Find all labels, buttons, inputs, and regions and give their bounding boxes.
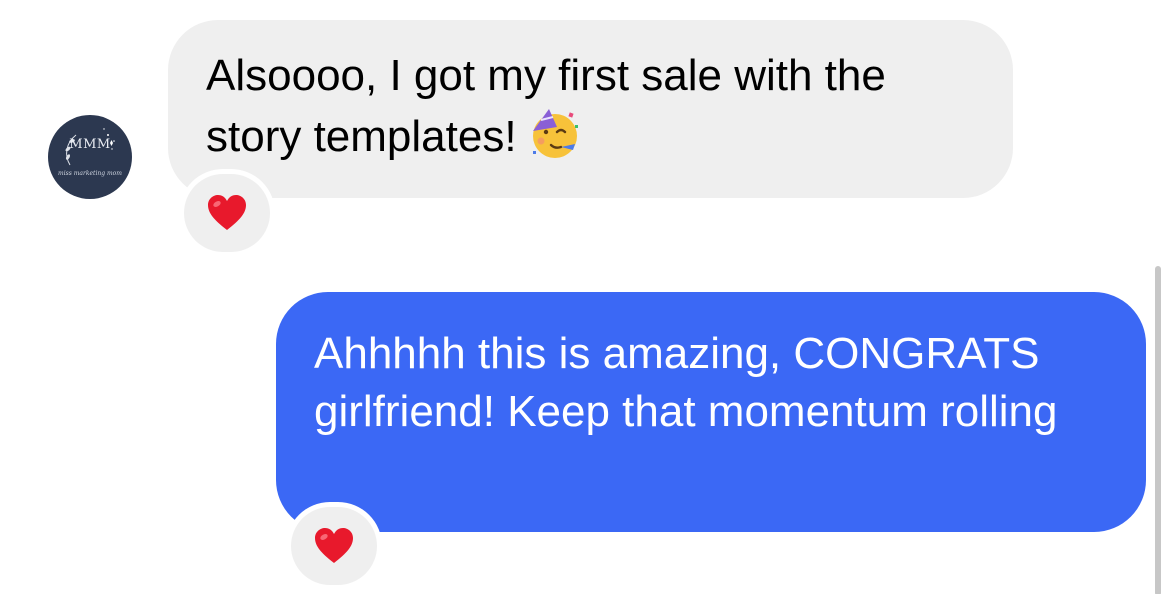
outgoing-message-reaction[interactable] bbox=[291, 507, 377, 585]
incoming-message-bubble[interactable]: Alsoooo, I got my first sale with the st… bbox=[168, 20, 1013, 198]
message-thread: MMM miss marketing mom Alsoooo, I got my… bbox=[0, 0, 1170, 594]
avatar-monogram: MMM bbox=[69, 137, 111, 152]
outgoing-message-bubble[interactable]: Ahhhhh this is amazing, CONGRATS girlfri… bbox=[276, 292, 1146, 532]
avatar-laurel-icon bbox=[65, 128, 115, 166]
red-heart-icon bbox=[208, 195, 246, 230]
incoming-message-reaction[interactable] bbox=[184, 174, 270, 252]
sender-avatar[interactable]: MMM miss marketing mom bbox=[48, 115, 132, 199]
partying-face-emoji bbox=[527, 105, 583, 176]
outgoing-message-text: Ahhhhh this is amazing, CONGRATS girlfri… bbox=[314, 329, 1058, 436]
avatar-caption: miss marketing mom bbox=[58, 170, 122, 177]
incoming-message-text: Alsoooo, I got my first sale with the st… bbox=[206, 47, 983, 176]
red-heart-icon bbox=[315, 528, 353, 563]
scrollbar[interactable] bbox=[1155, 266, 1161, 594]
